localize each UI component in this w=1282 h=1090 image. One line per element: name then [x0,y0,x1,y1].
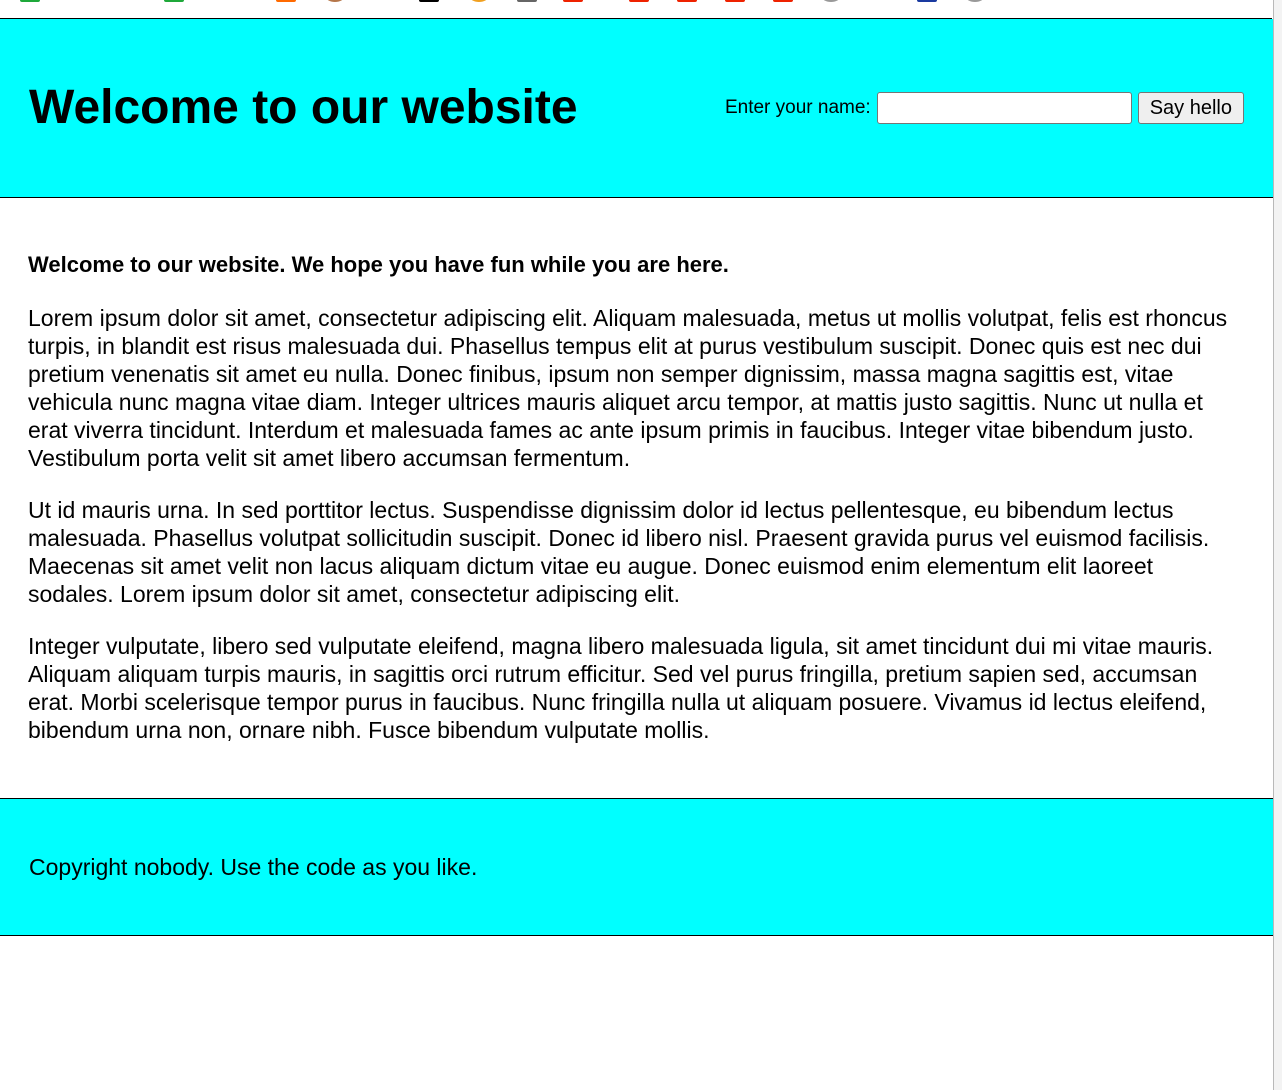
blue-favicon-icon[interactable] [917,0,937,2]
page-footer: Copyright nobody. Use the code as you li… [0,799,1273,936]
orange-favicon-icon[interactable] [276,0,296,2]
red-favicon-icon[interactable] [725,0,745,2]
name-input[interactable] [876,92,1132,124]
green-favicon-icon[interactable] [164,0,184,2]
orange-circle-favicon-icon[interactable] [470,0,488,2]
gray-circle-favicon-icon[interactable] [966,0,984,2]
body-paragraph: Ut id mauris urna. In sed porttitor lect… [28,497,1210,607]
brown-circle-favicon-icon[interactable] [326,0,344,2]
bookmarks-bar [0,0,1272,19]
red-favicon-icon[interactable] [773,0,793,2]
name-field-label: Enter your name: [724,97,871,118]
copyright-text: Copyright nobody. Use the code as you li… [29,853,478,880]
body-paragraph: Lorem ipsum dolor sit amet, consectetur … [28,305,1228,471]
page-header: Welcome to our website Enter your name: … [0,19,1273,198]
scrollbar[interactable] [1273,0,1282,1090]
red-favicon-icon[interactable] [677,0,697,2]
page-title: Welcome to our website [29,81,578,134]
gray-circle-favicon-icon[interactable] [822,0,840,2]
black-favicon-icon[interactable] [419,0,439,2]
gray-favicon-icon[interactable] [517,0,537,2]
body-paragraph: Integer vulputate, libero sed vulputate … [28,633,1214,743]
page: Welcome to our website Enter your name: … [0,19,1273,936]
red-favicon-icon[interactable] [563,0,583,2]
green-favicon-icon[interactable] [20,0,40,2]
lead-text: Welcome to our website. We hope you have… [28,252,729,277]
main-content: Welcome to our website. We hope you have… [0,198,1273,799]
greeting-form: Enter your name: Say hello [725,92,1244,124]
say-hello-button[interactable]: Say hello [1137,92,1244,124]
red-favicon-icon[interactable] [629,0,649,2]
